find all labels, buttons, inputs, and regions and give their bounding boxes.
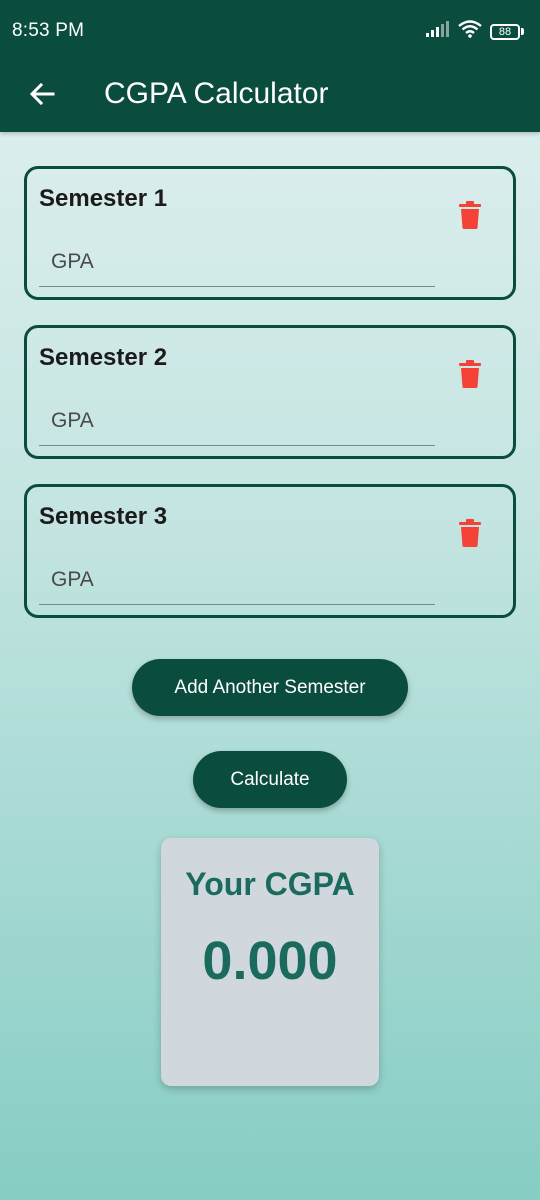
- app-bar: CGPA Calculator: [0, 62, 540, 132]
- trash-icon: [459, 200, 481, 234]
- page-title: CGPA Calculator: [104, 77, 329, 110]
- result-label: Your CGPA: [185, 866, 355, 902]
- status-time: 8:53 PM: [12, 20, 85, 41]
- delete-semester-button[interactable]: [455, 358, 485, 394]
- trash-icon: [459, 359, 481, 393]
- semester-card-2: Semester 2: [24, 325, 516, 459]
- back-button[interactable]: [22, 76, 62, 116]
- semester-label: Semester 1: [39, 185, 168, 212]
- arrow-left-icon: [28, 80, 56, 113]
- semester-label: Semester 3: [39, 503, 168, 530]
- calculate-button[interactable]: Calculate: [193, 751, 347, 808]
- result-card: Your CGPA 0.000: [161, 838, 379, 1086]
- semester-label: Semester 2: [39, 344, 168, 371]
- delete-semester-button[interactable]: [455, 199, 485, 235]
- cgpa-value: 0.000: [202, 931, 338, 991]
- battery-level: 88: [490, 23, 520, 40]
- battery-icon: 88: [490, 23, 524, 40]
- status-bar: 8:53 PM 88: [0, 0, 540, 62]
- delete-semester-button[interactable]: [455, 517, 485, 553]
- signal-icon: [426, 21, 450, 42]
- add-semester-button[interactable]: Add Another Semester: [132, 659, 408, 716]
- semester-card-3: Semester 3: [24, 484, 516, 618]
- wifi-icon: [458, 20, 482, 43]
- status-icons: 88: [426, 20, 524, 43]
- trash-icon: [459, 518, 481, 552]
- semester-card-1: Semester 1: [24, 166, 516, 300]
- gpa-input[interactable]: [39, 396, 435, 446]
- gpa-input[interactable]: [39, 555, 435, 605]
- gpa-input[interactable]: [39, 237, 435, 287]
